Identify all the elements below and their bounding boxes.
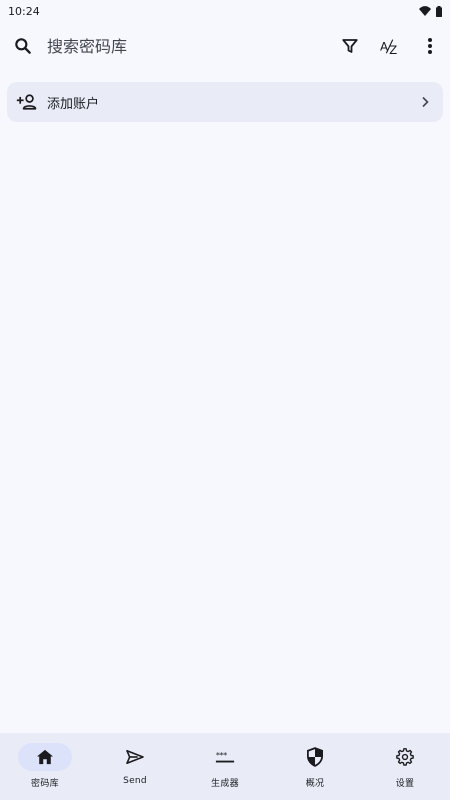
- toolbar-actions: A Z: [330, 26, 450, 66]
- search-icon[interactable]: [3, 26, 43, 66]
- nav-item-settings[interactable]: 设置: [360, 733, 450, 800]
- status-icons: [419, 5, 442, 17]
- person-add-icon: [9, 82, 45, 122]
- nav-item-send[interactable]: Send: [90, 733, 180, 800]
- add-account-label: 添加账户: [47, 96, 100, 112]
- nav-item-overview[interactable]: 概况: [270, 733, 360, 800]
- nav-item-vault[interactable]: 密码库: [0, 733, 90, 800]
- nav-label-generator: 生成器: [211, 779, 239, 789]
- battery-icon: [436, 5, 442, 17]
- nav-label-vault: 密码库: [31, 779, 59, 789]
- status-time: 10:24: [8, 4, 40, 18]
- home-icon: [18, 743, 72, 771]
- status-bar: 10:24: [0, 0, 450, 22]
- send-icon: [108, 743, 162, 771]
- nav-label-send: Send: [123, 776, 147, 786]
- nav-label-overview: 概况: [305, 779, 325, 789]
- shield-icon: [288, 743, 342, 771]
- gear-icon: [378, 743, 432, 771]
- svg-text:***: ***: [216, 750, 227, 760]
- sort-az-icon[interactable]: A Z: [370, 26, 410, 66]
- search-bar: A Z: [0, 22, 450, 70]
- password-generator-icon: ***: [198, 743, 252, 771]
- chevron-right-icon: [411, 82, 439, 122]
- bottom-navigation: 密码库 Send *** 生成器 概况 设置: [0, 733, 450, 800]
- search-input[interactable]: [47, 26, 330, 66]
- more-vert-icon[interactable]: [410, 26, 450, 66]
- add-account-button[interactable]: 添加账户: [7, 82, 443, 122]
- nav-label-settings: 设置: [395, 779, 415, 789]
- nav-item-generator[interactable]: *** 生成器: [180, 733, 270, 800]
- wifi-icon: [419, 6, 431, 16]
- filter-icon[interactable]: [330, 26, 370, 66]
